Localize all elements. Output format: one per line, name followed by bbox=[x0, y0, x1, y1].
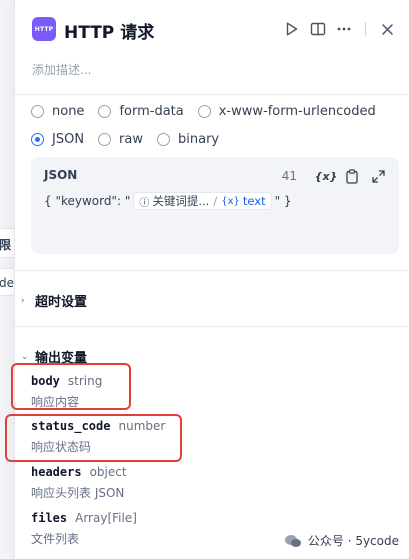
variable-chip[interactable]: ⓘ 关键词提... / {x} text bbox=[133, 192, 272, 210]
output-var-desc: 响应头列表 JSON bbox=[31, 486, 125, 500]
output-vars-section-toggle[interactable]: ⌄ 输出变量 bbox=[21, 347, 87, 366]
canvas-node-fragment-text: de bbox=[0, 276, 14, 290]
info-icon: ⓘ bbox=[139, 197, 150, 209]
expand-icon bbox=[371, 169, 385, 183]
copy-button[interactable] bbox=[341, 166, 363, 186]
json-editor-content[interactable]: { "keyword": " ⓘ 关键词提... / {x} text " } bbox=[44, 192, 292, 210]
radio-label: x-www-form-urlencoded bbox=[218, 104, 376, 119]
play-icon bbox=[286, 22, 298, 36]
json-body-editor[interactable]: JSON 41 {x} { "keyword": " ⓘ 关键词提... / {… bbox=[31, 157, 399, 254]
radio-label: JSON bbox=[52, 132, 85, 147]
clipboard-icon bbox=[346, 168, 358, 184]
output-var-name: body bbox=[31, 374, 60, 388]
variable-icon: {x} bbox=[221, 195, 240, 207]
node-title[interactable]: HTTP 请求 bbox=[64, 18, 154, 43]
radio-json[interactable]: JSON bbox=[31, 132, 84, 147]
canvas-node-fragment-text: 限 bbox=[0, 238, 12, 252]
output-var-type: number bbox=[118, 419, 166, 433]
watermark-text: 公众号 · 5ycode bbox=[307, 534, 399, 548]
watermark: 公众号 · 5ycode bbox=[284, 532, 399, 549]
radio-label: form-data bbox=[119, 104, 184, 119]
output-var-item: headers object 响应头列表 JSON bbox=[31, 465, 127, 501]
header-actions bbox=[279, 16, 400, 42]
insert-variable-button[interactable]: {x} bbox=[315, 166, 338, 186]
json-prefix: { "keyword": " bbox=[44, 194, 131, 208]
output-var-type: object bbox=[89, 465, 127, 479]
output-var-header: headers object bbox=[31, 465, 127, 479]
output-var-item: files Array[File] 文件列表 bbox=[31, 511, 137, 547]
output-var-item: status_code number 响应状态码 bbox=[31, 419, 165, 455]
expand-button[interactable] bbox=[367, 166, 389, 186]
close-icon bbox=[381, 23, 393, 35]
output-var-header: files Array[File] bbox=[31, 511, 137, 525]
chevron-right-icon: › bbox=[21, 295, 25, 306]
output-var-desc: 响应状态码 bbox=[31, 440, 92, 454]
radio-label: binary bbox=[178, 132, 220, 147]
radio-label: none bbox=[52, 104, 85, 119]
body-type-row-2: JSON raw binary bbox=[31, 132, 233, 147]
help-button[interactable] bbox=[305, 16, 331, 42]
output-var-header: body string bbox=[31, 374, 102, 388]
output-var-type: Array[File] bbox=[75, 511, 137, 525]
more-dots-icon bbox=[337, 27, 351, 31]
close-button[interactable] bbox=[374, 16, 400, 42]
run-button[interactable] bbox=[279, 16, 305, 42]
stage: 限 de HTTP HTTP 请求 添加描述... none form-data… bbox=[0, 0, 409, 559]
chip-node-name: 关键词提... bbox=[152, 194, 210, 208]
description-input[interactable]: 添加描述... bbox=[32, 61, 91, 78]
output-var-desc: 文件列表 bbox=[31, 532, 80, 546]
json-suffix: " } bbox=[274, 194, 292, 208]
radio-label: raw bbox=[119, 132, 143, 147]
radio-raw[interactable]: raw bbox=[98, 132, 143, 147]
radio-dot bbox=[157, 133, 170, 146]
divider bbox=[15, 270, 409, 271]
json-editor-tools: 41 {x} bbox=[282, 166, 389, 186]
output-var-header: status_code number bbox=[31, 419, 165, 433]
radio-dot-selected bbox=[31, 133, 44, 146]
divider bbox=[15, 326, 409, 327]
radio-x-www-form-urlencoded[interactable]: x-www-form-urlencoded bbox=[197, 104, 376, 119]
output-var-type: string bbox=[67, 374, 103, 388]
header-separator bbox=[365, 22, 366, 36]
timeout-section-toggle[interactable]: › 超时设置 bbox=[21, 291, 87, 310]
radio-dot bbox=[31, 105, 44, 118]
radio-binary[interactable]: binary bbox=[157, 132, 219, 147]
radio-dot bbox=[98, 105, 112, 118]
radio-none[interactable]: none bbox=[31, 104, 84, 119]
radio-dot bbox=[197, 105, 211, 118]
output-var-name: status_code bbox=[31, 419, 111, 433]
book-icon bbox=[310, 22, 326, 36]
output-var-name: headers bbox=[31, 465, 82, 479]
body-type-row-1: none form-data x-www-form-urlencoded bbox=[31, 104, 390, 119]
chip-variable-name: text bbox=[242, 194, 266, 208]
char-count: 41 bbox=[281, 169, 297, 183]
section-title: 输出变量 bbox=[35, 351, 88, 366]
output-var-name: files bbox=[31, 511, 68, 525]
http-node-icon: HTTP bbox=[32, 17, 56, 41]
section-title: 超时设置 bbox=[35, 295, 88, 310]
divider bbox=[15, 94, 409, 95]
panel-header: HTTP HTTP 请求 添加描述... bbox=[15, 0, 409, 96]
radio-dot bbox=[98, 133, 112, 146]
json-editor-label: JSON bbox=[44, 168, 78, 182]
chip-separator: / bbox=[213, 194, 218, 208]
node-config-panel: HTTP HTTP 请求 添加描述... none form-data x-ww… bbox=[14, 0, 409, 559]
chevron-down-icon: ⌄ bbox=[21, 351, 29, 362]
output-var-desc: 响应内容 bbox=[31, 395, 80, 409]
radio-form-data[interactable]: form-data bbox=[98, 104, 184, 119]
wechat-icon bbox=[284, 534, 301, 547]
more-button[interactable] bbox=[331, 16, 357, 42]
output-var-item: body string 响应内容 bbox=[31, 374, 102, 410]
